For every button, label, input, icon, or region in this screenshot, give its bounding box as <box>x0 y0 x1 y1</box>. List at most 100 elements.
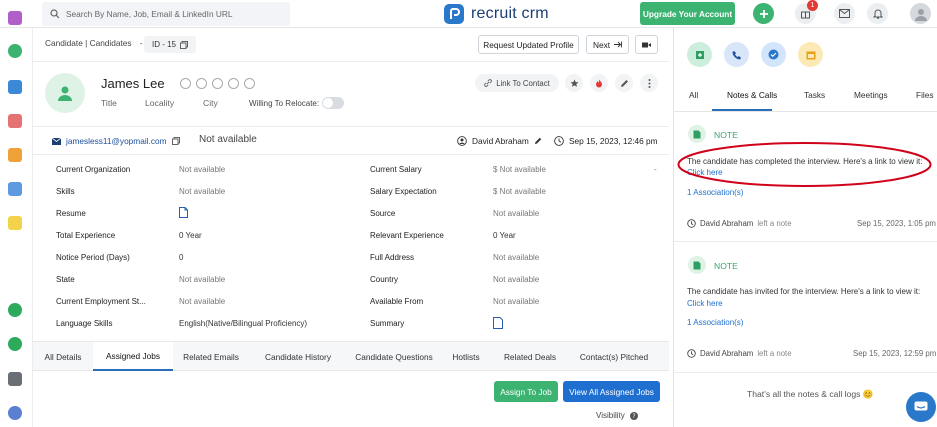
call-log-icon[interactable] <box>724 42 749 67</box>
next-label: Next <box>592 39 611 50</box>
field-value[interactable]: 0 <box>179 253 183 262</box>
add-note-icon[interactable] <box>687 42 712 67</box>
tab-candidate-questions[interactable]: Candidate Questions <box>345 342 443 371</box>
copy-icon[interactable] <box>171 137 180 145</box>
resume-file-icon[interactable] <box>179 207 188 218</box>
pencil-icon[interactable] <box>534 137 542 145</box>
field-value[interactable]: Not available <box>179 165 225 174</box>
view-all-assigned-jobs-button[interactable]: View All Assigned Jobs <box>563 381 660 402</box>
arrow-right-icon <box>614 41 622 48</box>
mail-icon <box>52 137 61 145</box>
field-label: Skills <box>56 187 75 196</box>
upgrade-button[interactable]: Upgrade Your Account <box>640 2 735 25</box>
link-to-contact-label: Link To Contact <box>496 78 550 88</box>
field-value[interactable]: English(Native/Bilingual Proficiency) <box>179 319 307 328</box>
dashboard-icon[interactable] <box>8 11 22 25</box>
card-icon[interactable] <box>8 372 22 386</box>
mail-icon[interactable] <box>834 3 855 24</box>
right-tab-notes-calls[interactable]: Notes & Calls <box>727 90 777 100</box>
field-value[interactable]: Not available <box>493 297 539 306</box>
edit-icon[interactable] <box>615 74 633 92</box>
facebook-icon[interactable] <box>180 78 191 89</box>
video-button[interactable] <box>635 35 658 54</box>
twitter-icon[interactable] <box>196 78 207 89</box>
candidate-owner[interactable]: David Abraham <box>457 136 542 146</box>
history-icon <box>687 349 696 358</box>
email-icon[interactable] <box>8 182 22 196</box>
note-associations[interactable]: 1 Association(s) <box>687 188 743 197</box>
relocate-label: Willing To Relocate: <box>249 99 320 108</box>
locality-field[interactable]: Locality <box>145 98 174 108</box>
candidate-phone[interactable]: Not available <box>199 134 257 145</box>
field-label: State <box>56 275 75 284</box>
add-icon[interactable] <box>753 3 774 24</box>
right-tab-meetings[interactable]: Meetings <box>854 90 888 100</box>
calendar-icon[interactable] <box>8 216 22 230</box>
task-icon[interactable] <box>761 42 786 67</box>
right-tab-tasks[interactable]: Tasks <box>804 90 825 100</box>
next-button[interactable]: Next <box>586 35 629 54</box>
candidate-email[interactable]: jamesless11@yopmail.com <box>66 136 167 146</box>
field-value[interactable]: 0 Year <box>179 231 202 240</box>
github-icon[interactable] <box>228 78 239 89</box>
candidates-icon[interactable] <box>8 44 22 58</box>
global-search-input[interactable]: Search By Name, Job, Email & LinkedIn UR… <box>42 2 290 26</box>
reports-icon[interactable] <box>8 337 22 351</box>
tab-all-details[interactable]: All Details <box>33 342 93 371</box>
field-value[interactable]: Not available <box>493 275 539 284</box>
svg-text:?: ? <box>632 413 635 420</box>
tab-related-deals[interactable]: Related Deals <box>495 342 565 371</box>
field-value[interactable]: $ Not available <box>493 187 546 196</box>
summary-file-icon[interactable] <box>493 317 503 329</box>
field-value[interactable]: Not available <box>493 253 539 262</box>
note-author[interactable]: David Abraham <box>700 219 753 228</box>
candidate-id-badge[interactable]: ID - 15 <box>144 36 197 53</box>
note-author[interactable]: David Abraham <box>700 349 753 358</box>
jobs-icon[interactable] <box>8 148 22 162</box>
search-icon <box>50 9 60 19</box>
notification-badge: 1 <box>807 0 818 11</box>
billing-icon[interactable] <box>8 303 22 317</box>
star-icon[interactable] <box>565 74 583 92</box>
bell-icon[interactable] <box>867 3 888 24</box>
candidate-avatar[interactable] <box>45 73 85 113</box>
title-field[interactable]: Title <box>101 98 117 108</box>
field-value[interactable]: Not available <box>179 187 225 196</box>
tab-related-emails[interactable]: Related Emails <box>173 342 249 371</box>
linkedin-icon[interactable] <box>212 78 223 89</box>
tab-contacts-pitched[interactable]: Contact(s) Pitched <box>571 342 657 371</box>
field-value[interactable]: Not available <box>493 209 539 218</box>
relocate-toggle[interactable] <box>322 97 344 109</box>
brand-logo[interactable]: recruit crm <box>444 3 549 25</box>
meeting-icon[interactable] <box>798 42 823 67</box>
tab-candidate-history[interactable]: Candidate History <box>251 342 345 371</box>
field-value[interactable]: 0 Year <box>493 231 516 240</box>
tab-hotlists[interactable]: Hotlists <box>443 342 489 371</box>
field-value[interactable]: Not available <box>179 297 225 306</box>
request-updated-profile-button[interactable]: Request Updated Profile <box>478 35 579 54</box>
right-tab-all[interactable]: All <box>689 90 698 100</box>
link-to-contact-button[interactable]: Link To Contact <box>475 74 559 92</box>
field-value[interactable]: $ Not available <box>493 165 546 174</box>
assign-to-job-button[interactable]: Assign To Job <box>494 381 558 402</box>
website-icon[interactable] <box>244 78 255 89</box>
note-link[interactable]: Click here <box>687 299 723 308</box>
hot-icon[interactable] <box>590 74 608 92</box>
field-value[interactable]: Not available <box>179 275 225 284</box>
more-icon[interactable] <box>640 74 658 92</box>
contacts-icon[interactable] <box>8 114 22 128</box>
field-label: Language Skills <box>56 319 113 328</box>
video-icon <box>642 42 651 48</box>
city-field[interactable]: City <box>203 98 218 108</box>
right-tab-files[interactable]: Files <box>916 90 934 100</box>
user-avatar[interactable] <box>910 3 931 24</box>
note-associations[interactable]: 1 Association(s) <box>687 318 743 327</box>
tab-assigned-jobs[interactable]: Assigned Jobs <box>93 342 173 371</box>
chat-widget-icon[interactable] <box>906 392 936 422</box>
visibility-control[interactable]: Visibility ? <box>596 411 638 420</box>
companies-icon[interactable] <box>8 80 22 94</box>
copy-icon[interactable] <box>180 40 188 49</box>
settings-icon[interactable] <box>8 406 22 420</box>
created-date-text: Sep 15, 2023, 12:46 pm <box>569 136 658 146</box>
help-icon[interactable]: ? <box>629 411 638 420</box>
